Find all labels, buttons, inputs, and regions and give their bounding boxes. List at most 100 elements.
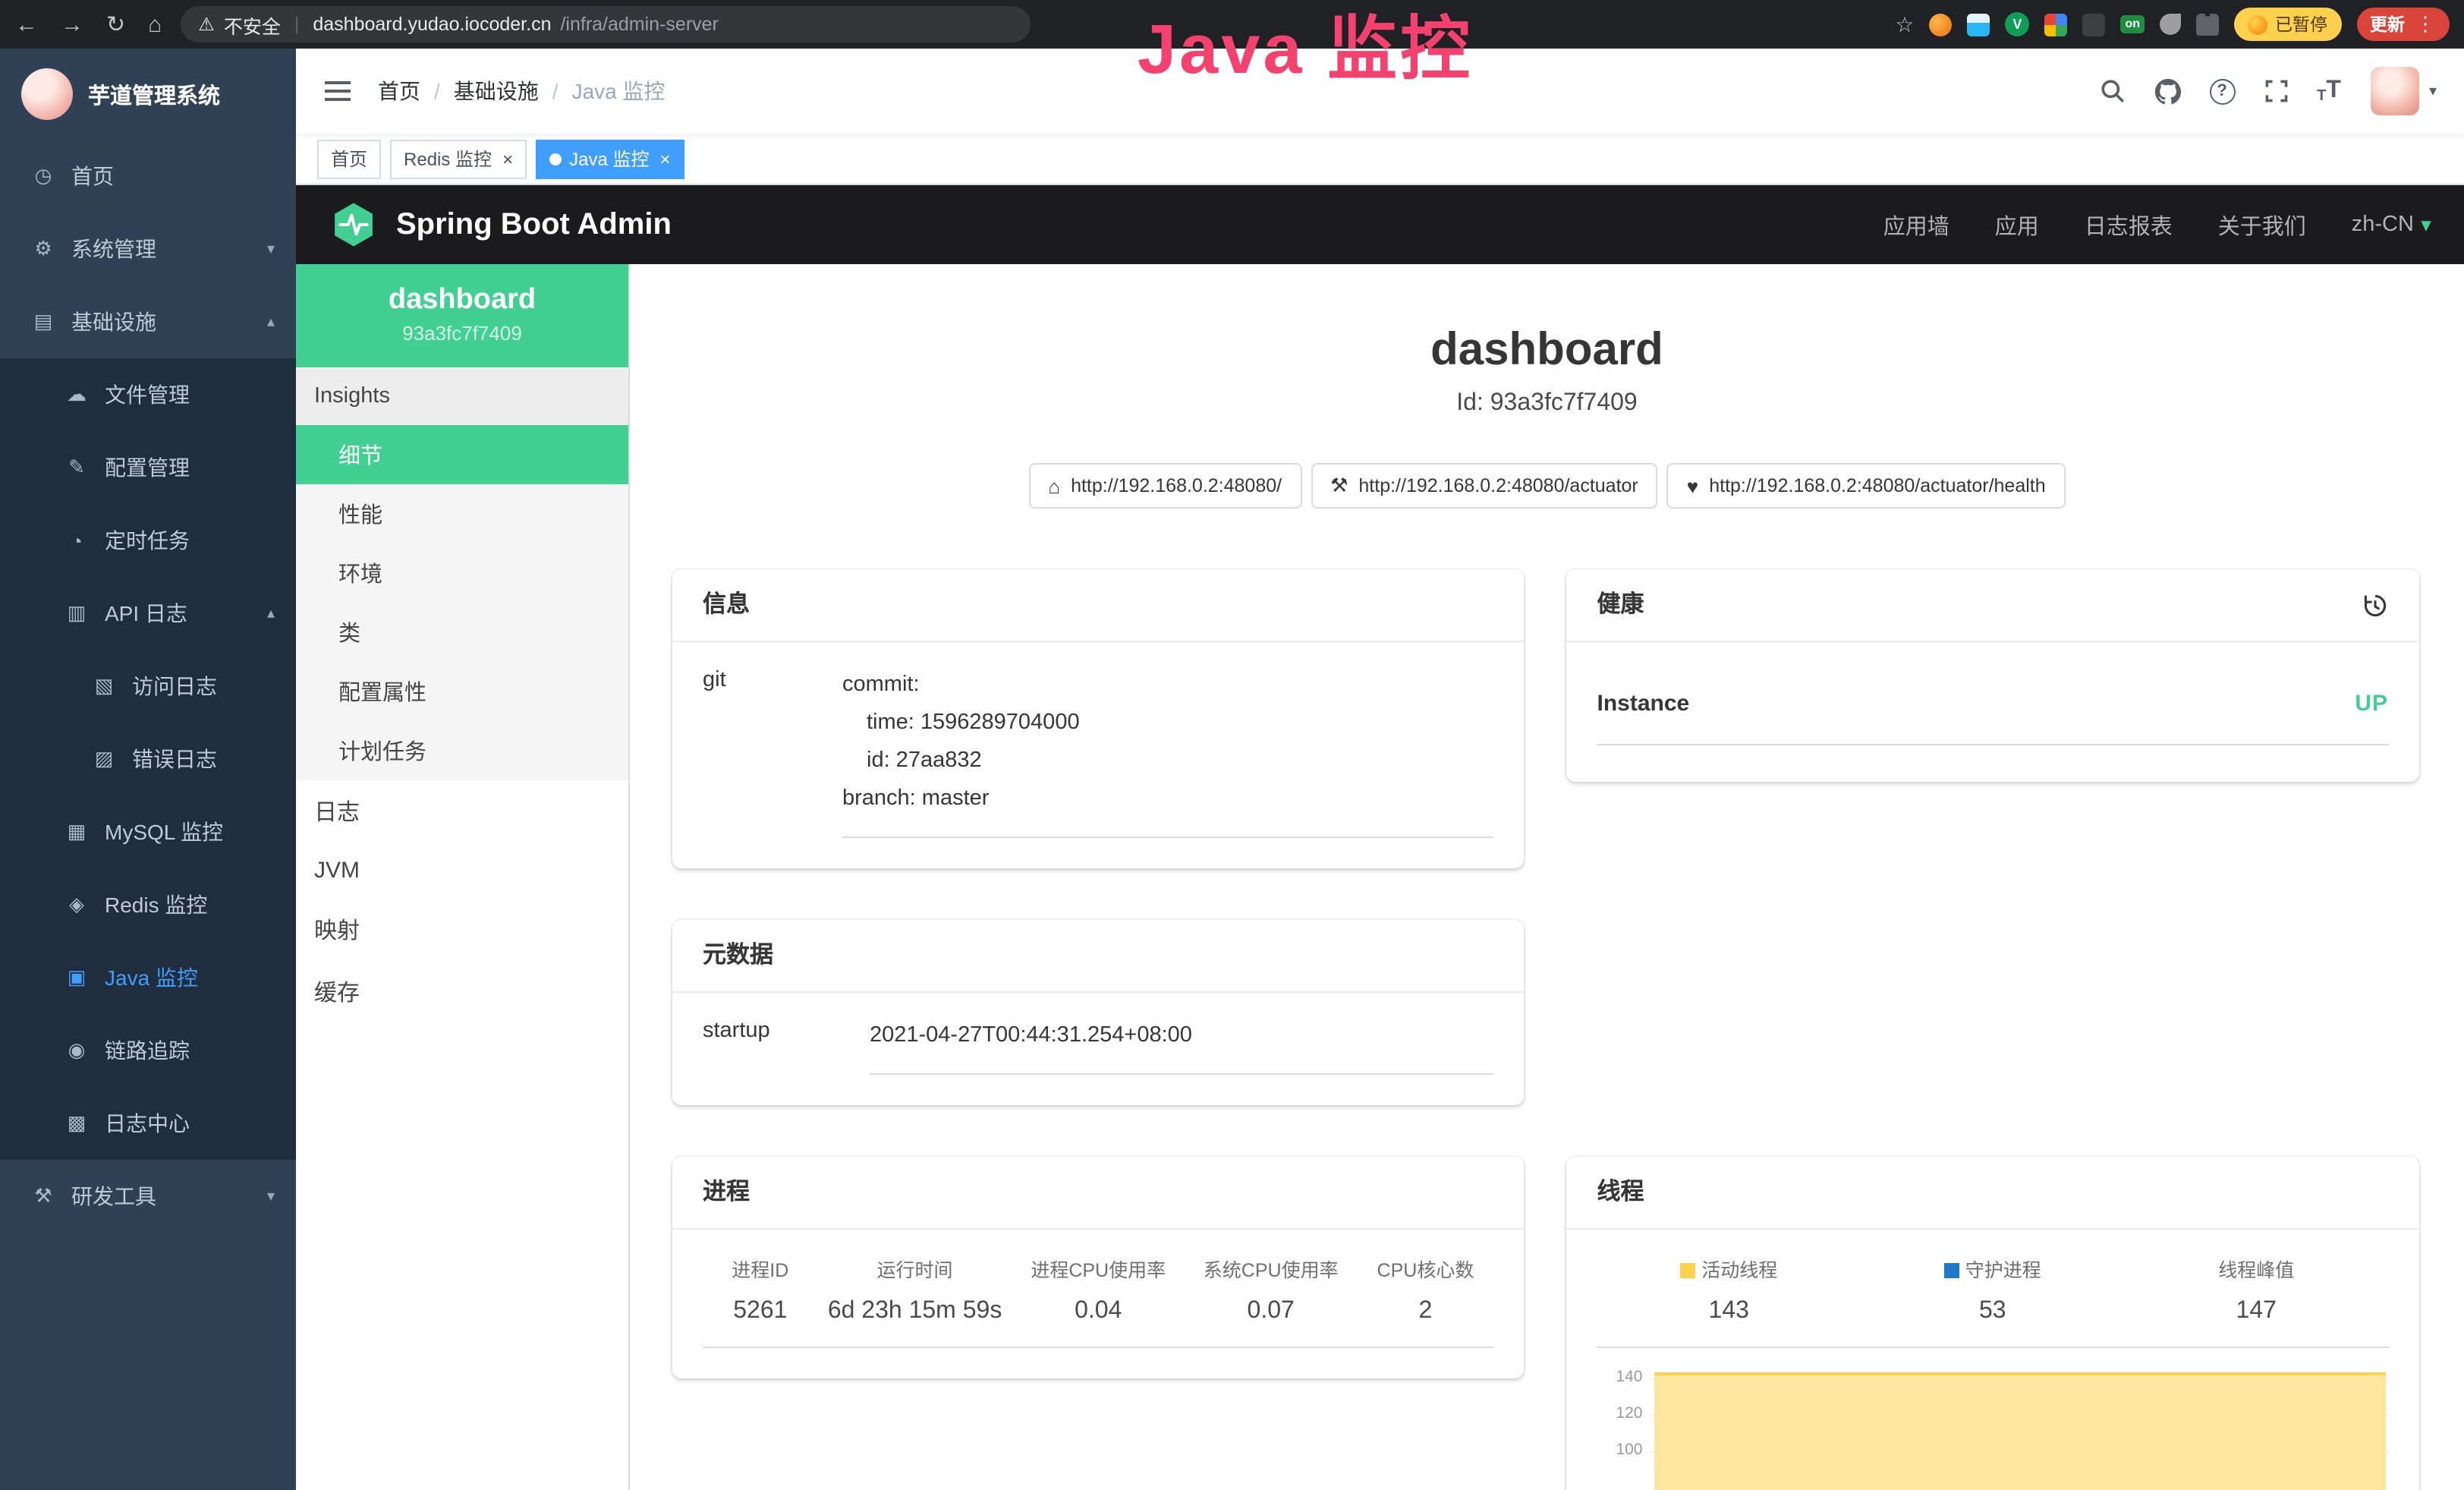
update-button[interactable]: 更新 ⋮ <box>2356 8 2449 41</box>
admin-menu: ◷ 首页 ⚙ 系统管理 ▾ ▤ 基础设施 ▴ ☁ 文件管理 <box>0 140 296 1490</box>
info-card: 信息 git commit: time: 1596289704000 id: 2… <box>672 569 1525 868</box>
sidebar-item-label: Redis 监控 <box>105 890 207 920</box>
home-icon[interactable]: ⌂ <box>148 13 162 36</box>
sidebar-item-label: 配置管理 <box>105 452 190 483</box>
wrench-icon: ⚒ <box>1330 474 1348 498</box>
sba-nav-about[interactable]: 关于我们 <box>2218 209 2306 241</box>
sidebar-item-label: API 日志 <box>105 598 187 628</box>
sidebar-item-details[interactable]: 细节 <box>296 425 628 484</box>
tag-label: 首页 <box>331 146 367 172</box>
sidebar-item-error-logs[interactable]: ▨ 错误日志 <box>0 723 296 795</box>
language-selector[interactable]: zh-CN ▾ <box>2352 213 2431 237</box>
tags-view: 首页 Redis 监控 × Java 监控 × <box>296 134 2464 185</box>
history-icon[interactable] <box>2361 591 2388 619</box>
search-icon[interactable] <box>2098 77 2126 105</box>
sidebar-item-system-management[interactable]: ⚙ 系统管理 ▾ <box>0 213 296 285</box>
sidebar-item-redis-monitor[interactable]: ◈ Redis 监控 <box>0 868 296 941</box>
sba-logo-icon[interactable] <box>329 200 378 249</box>
cpu-cores-value: 2 <box>1357 1298 1493 1325</box>
sidebar-item-trace[interactable]: ◉ 链路追踪 <box>0 1014 296 1087</box>
sidebar-item-access-logs[interactable]: ▧ 访问日志 <box>0 650 296 723</box>
redis-icon: ◈ <box>64 893 90 917</box>
info-git-label: git <box>703 666 842 838</box>
extension-orange-icon[interactable] <box>1929 13 1952 36</box>
paused-badge[interactable]: 已暂停 <box>2234 8 2341 41</box>
sba-nav-applications[interactable]: 应用 <box>1995 209 2039 241</box>
switch-on-extension-icon[interactable]: on <box>2120 15 2145 33</box>
sba-nav-journal[interactable]: 日志报表 <box>2085 209 2173 241</box>
status-up-badge: UP <box>2355 691 2388 717</box>
browser-menu-kebab-icon[interactable]: ⋮ <box>2415 12 2435 36</box>
sidebar-item-jvm[interactable]: JVM <box>296 843 628 899</box>
tag-redis-monitor[interactable]: Redis 监控 × <box>390 139 527 178</box>
breadcrumb-home[interactable]: 首页 <box>378 76 420 106</box>
sidebar-item-config-management[interactable]: ✎ 配置管理 <box>0 431 296 504</box>
font-size-icon[interactable]: TT <box>2317 77 2341 105</box>
health-url-button[interactable]: ♥ http://192.168.0.2:48080/actuator/heal… <box>1667 463 2066 509</box>
sidebar-item-infrastructure[interactable]: ▤ 基础设施 ▴ <box>0 285 296 358</box>
close-icon[interactable]: × <box>659 148 670 169</box>
screen: ← → ↻ ⌂ ⚠ 不安全 | dashboard.yudao.iocoder.… <box>0 0 2464 1490</box>
instance-id: 93a3fc7f7409 <box>308 322 616 345</box>
sidebar-item-java-monitor[interactable]: ▣ Java 监控 <box>0 941 296 1014</box>
forward-icon[interactable]: → <box>61 13 83 36</box>
back-icon[interactable]: ← <box>15 13 38 36</box>
close-icon[interactable]: × <box>502 148 513 169</box>
sidebar-item-performance[interactable]: 性能 <box>296 484 628 543</box>
schedule-icon: ◔ <box>64 529 90 552</box>
actuator-url-button[interactable]: ⚒ http://192.168.0.2:48080/actuator <box>1311 463 1658 509</box>
sidebar-item-mappings[interactable]: 映射 <box>296 899 628 961</box>
access-log-icon: ▧ <box>91 674 117 698</box>
extension-grid-icon[interactable] <box>2044 13 2067 36</box>
vue-devtools-icon[interactable]: V <box>2005 12 2029 36</box>
extension-drop-icon[interactable] <box>1967 13 1990 36</box>
reload-icon[interactable]: ↻ <box>106 13 125 36</box>
sba-nav-wallboard[interactable]: 应用墙 <box>1883 209 1949 241</box>
system-cpu-value: 0.07 <box>1185 1298 1357 1325</box>
sidebar-item-caches[interactable]: 缓存 <box>296 961 628 1023</box>
active-threads-area <box>1655 1372 2386 1490</box>
chevron-up-icon: ▴ <box>267 605 275 622</box>
sidebar-item-scheduled-jobs[interactable]: ◔ 定时任务 <box>0 504 296 577</box>
address-bar[interactable]: ⚠ 不安全 | dashboard.yudao.iocoder.cn/infra… <box>180 6 1030 43</box>
breadcrumb: 首页 / 基础设施 / Java 监控 <box>378 76 666 106</box>
github-icon[interactable] <box>2153 77 2182 106</box>
fullscreen-icon[interactable] <box>2262 77 2289 105</box>
error-log-icon: ▨ <box>91 747 117 771</box>
app-frame: 芋道管理系统 ◷ 首页 ⚙ 系统管理 ▾ ▤ 基础设施 ▴ ☁ <box>0 49 2464 1490</box>
system-icon: ⚙ <box>30 237 56 261</box>
sidebar-item-logs[interactable]: 日志 <box>296 780 628 843</box>
user-avatar-menu[interactable]: ▾ <box>2371 67 2437 115</box>
sidebar-item-dev-tools[interactable]: ⚒ 研发工具 ▾ <box>0 1160 296 1233</box>
sba-nav: 应用墙 应用 日志报表 关于我们 zh-CN ▾ <box>1883 209 2431 241</box>
sidebar-item-label: Java 监控 <box>105 962 198 993</box>
sidebar-item-log-center[interactable]: ▩ 日志中心 <box>0 1087 296 1160</box>
sidebar-item-scheduled-tasks[interactable]: 计划任务 <box>296 721 628 780</box>
browser-extensions-area: ☆ V on 已暂停 更新 ⋮ <box>1895 8 2449 41</box>
help-icon[interactable]: ? <box>2209 78 2235 104</box>
sidebar-item-config-props[interactable]: 配置属性 <box>296 662 628 721</box>
extensions-puzzle-icon[interactable] <box>2196 13 2219 36</box>
sidebar-item-api-logs[interactable]: ▥ API 日志 ▴ <box>0 577 296 650</box>
breadcrumb-infrastructure[interactable]: 基础设施 <box>454 76 539 106</box>
app-logo-row: 芋道管理系统 <box>0 49 296 140</box>
sidebar-item-classes[interactable]: 类 <box>296 603 628 662</box>
tools-icon: ⚒ <box>30 1184 56 1208</box>
daemon-threads-value: 53 <box>1861 1298 2125 1325</box>
sidebar-item-environment[interactable]: 环境 <box>296 543 628 603</box>
tag-home[interactable]: 首页 <box>317 139 381 178</box>
sba-brand[interactable]: Spring Boot Admin <box>396 207 672 242</box>
config-icon: ✎ <box>64 455 90 480</box>
hamburger-icon[interactable] <box>323 76 354 106</box>
extension-dark-icon[interactable] <box>2082 13 2105 36</box>
sidebar-item-mysql-monitor[interactable]: ▦ MySQL 监控 <box>0 795 296 868</box>
process-table-values: 5261 6d 23h 15m 59s 0.04 0.07 2 <box>703 1283 1494 1348</box>
leaf-extension-icon[interactable] <box>2160 14 2181 35</box>
sidebar-item-home[interactable]: ◷ 首页 <box>0 140 296 213</box>
metadata-card-title: 元数据 <box>672 920 1525 993</box>
tag-java-monitor[interactable]: Java 监控 × <box>536 139 684 178</box>
service-url-button[interactable]: ⌂ http://192.168.0.2:48080/ <box>1028 463 1301 509</box>
sidebar-item-file-management[interactable]: ☁ 文件管理 <box>0 358 296 431</box>
chevron-up-icon: ▴ <box>267 313 275 330</box>
bookmark-star-icon[interactable]: ☆ <box>1895 11 1914 37</box>
